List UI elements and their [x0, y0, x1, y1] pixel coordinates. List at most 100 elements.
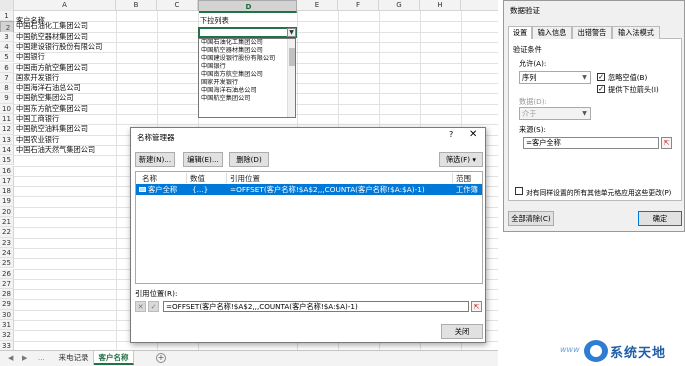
- row-header[interactable]: 6: [0, 62, 14, 73]
- cell-customer-name[interactable]: 中国航空油料集团公司: [16, 124, 88, 134]
- row-header[interactable]: 28: [0, 289, 14, 300]
- dropdown-arrow-button[interactable]: ▼: [287, 28, 296, 37]
- active-cell-d2[interactable]: [198, 27, 297, 38]
- row-header[interactable]: 4: [0, 41, 14, 53]
- sheet-tab-customer-name[interactable]: 客户名称: [94, 351, 134, 365]
- clear-all-button[interactable]: 全部清除(C): [508, 211, 554, 226]
- cancel-edit-icon[interactable]: ✕: [135, 301, 146, 312]
- tab-input-message[interactable]: 输入信息: [532, 26, 572, 39]
- row-header[interactable]: 21: [0, 217, 14, 228]
- cell-customer-name[interactable]: 国家开发银行: [16, 73, 59, 83]
- row-header[interactable]: 27: [0, 278, 14, 290]
- cell-customer-name[interactable]: 中国海洋石油总公司: [16, 83, 81, 93]
- dropdown-arrow-checkbox[interactable]: ✓: [597, 85, 605, 93]
- sheet-tab-call-log[interactable]: 来电记录: [54, 351, 94, 365]
- cell-customer-name[interactable]: 中国银行: [16, 52, 45, 62]
- cell-customer-name[interactable]: 中国南方航空集团公司: [16, 63, 88, 73]
- col-header-scope[interactable]: 范围: [456, 173, 471, 184]
- cell-customer-name[interactable]: 中国东方航空集团公司: [16, 104, 88, 114]
- col-header-name[interactable]: 名称: [142, 173, 157, 184]
- source-input[interactable]: =客户全称: [523, 137, 659, 149]
- row-header[interactable]: 32: [0, 330, 14, 341]
- row-header[interactable]: 19: [0, 196, 14, 207]
- row-header[interactable]: 3: [0, 31, 14, 42]
- cell-customer-name[interactable]: 中国航空集团公司: [16, 93, 74, 103]
- row-header[interactable]: 15: [0, 155, 14, 166]
- dropdown-option[interactable]: 中国建设银行股份有限公司: [199, 55, 295, 63]
- data-select[interactable]: 介于 ▼: [519, 107, 591, 120]
- dropdown-scroll-thumb[interactable]: [289, 48, 295, 66]
- row-header[interactable]: 5: [0, 52, 14, 63]
- select-all-corner[interactable]: [0, 0, 14, 11]
- column-header-e[interactable]: E: [297, 0, 338, 11]
- dropdown-option[interactable]: 中国石油化工集团公司: [199, 39, 295, 47]
- new-name-button[interactable]: 新建(N)...: [135, 152, 175, 167]
- row-header[interactable]: 12: [0, 124, 14, 135]
- row-header[interactable]: 14: [0, 144, 14, 156]
- cell-customer-name[interactable]: 中国航空器材集团公司: [16, 32, 88, 42]
- dropdown-option[interactable]: 中国银行: [199, 63, 295, 71]
- row-header[interactable]: 20: [0, 206, 14, 217]
- column-header-g[interactable]: G: [379, 0, 420, 11]
- row-header[interactable]: 31: [0, 320, 14, 331]
- add-sheet-icon[interactable]: +: [156, 353, 166, 363]
- ok-button[interactable]: 确定: [638, 211, 682, 226]
- row-header[interactable]: 13: [0, 134, 14, 145]
- close-button[interactable]: 关闭: [441, 324, 483, 339]
- name-row-selected[interactable]: 客户全称 {...} =OFFSET(客户名称!$A$2,,,COUNTA(客户…: [136, 184, 482, 195]
- ignore-blank-checkbox[interactable]: ✓: [597, 73, 605, 81]
- row-header[interactable]: 16: [0, 165, 14, 176]
- close-icon[interactable]: ✕: [469, 129, 477, 140]
- tab-error-alert[interactable]: 出错警告: [572, 26, 612, 39]
- tab-ime-mode[interactable]: 输入法模式: [612, 26, 660, 39]
- cell-customer-name[interactable]: 中国工商银行: [16, 114, 59, 124]
- dropdown-option[interactable]: 中国航空集团公司: [199, 95, 295, 103]
- row-header[interactable]: 8: [0, 83, 14, 94]
- cell-customer-name[interactable]: 中国石油天然气集团公司: [16, 145, 95, 155]
- allow-select[interactable]: 序列 ▼: [519, 71, 591, 84]
- row-header[interactable]: 25: [0, 258, 14, 269]
- row-header[interactable]: 18: [0, 186, 14, 197]
- filter-button[interactable]: 筛选(F) ▾: [439, 152, 483, 167]
- col-header-value[interactable]: 数值: [190, 173, 205, 184]
- confirm-edit-icon[interactable]: ✓: [148, 301, 159, 312]
- row-header[interactable]: 30: [0, 309, 14, 320]
- cell-customer-name[interactable]: 中国建设银行股份有限公司: [16, 42, 102, 52]
- row-header[interactable]: 11: [0, 114, 14, 125]
- row-header[interactable]: 17: [0, 175, 14, 187]
- row-header[interactable]: 7: [0, 72, 14, 84]
- dropdown-option[interactable]: 中国南方航空集团公司: [199, 71, 295, 79]
- row-header[interactable]: 10: [0, 103, 14, 114]
- range-picker-icon[interactable]: ⇱: [661, 137, 672, 149]
- dropdown-option[interactable]: 中国海洋石油总公司: [199, 87, 295, 95]
- refers-to-input[interactable]: =OFFSET(客户名称!$A$2,,,COUNTA(客户名称!$A:$A)-1…: [163, 301, 469, 312]
- edit-name-button[interactable]: 编辑(E)...: [183, 152, 223, 167]
- apply-all-checkbox[interactable]: [515, 187, 523, 195]
- prev-sheet-icon[interactable]: ◀: [8, 354, 13, 362]
- dropdown-option[interactable]: 国家开发银行: [199, 79, 295, 87]
- column-header-h[interactable]: H: [420, 0, 461, 11]
- row-header[interactable]: 9: [0, 93, 14, 104]
- row-header[interactable]: 22: [0, 227, 14, 238]
- row-header[interactable]: 26: [0, 268, 14, 279]
- next-sheet-icon[interactable]: ▶: [22, 354, 27, 362]
- column-header-b[interactable]: B: [116, 0, 157, 11]
- row-header[interactable]: 24: [0, 247, 14, 259]
- column-header-f[interactable]: F: [338, 0, 379, 11]
- dropdown-option[interactable]: 中国航空器材集团公司: [199, 47, 295, 55]
- cell-d1[interactable]: 下拉列表: [200, 16, 229, 26]
- dropdown-scrollbar[interactable]: [287, 39, 295, 117]
- cell-customer-name[interactable]: 中国农业银行: [16, 135, 59, 145]
- col-header-refers-to[interactable]: 引用位置: [230, 173, 260, 184]
- row-header[interactable]: 29: [0, 299, 14, 310]
- delete-name-button[interactable]: 删除(D): [229, 152, 269, 167]
- column-header-d[interactable]: D: [198, 0, 297, 13]
- row-header[interactable]: 23: [0, 237, 14, 248]
- tab-settings[interactable]: 设置: [508, 26, 532, 40]
- help-icon[interactable]: ?: [449, 130, 453, 139]
- range-picker-icon[interactable]: ⇱: [471, 301, 482, 312]
- column-header-a[interactable]: A: [14, 0, 116, 11]
- more-sheets-icon[interactable]: ...: [38, 354, 45, 362]
- row-header[interactable]: 1: [0, 11, 14, 22]
- cell-customer-name[interactable]: 中国石油化工集团公司: [16, 21, 88, 31]
